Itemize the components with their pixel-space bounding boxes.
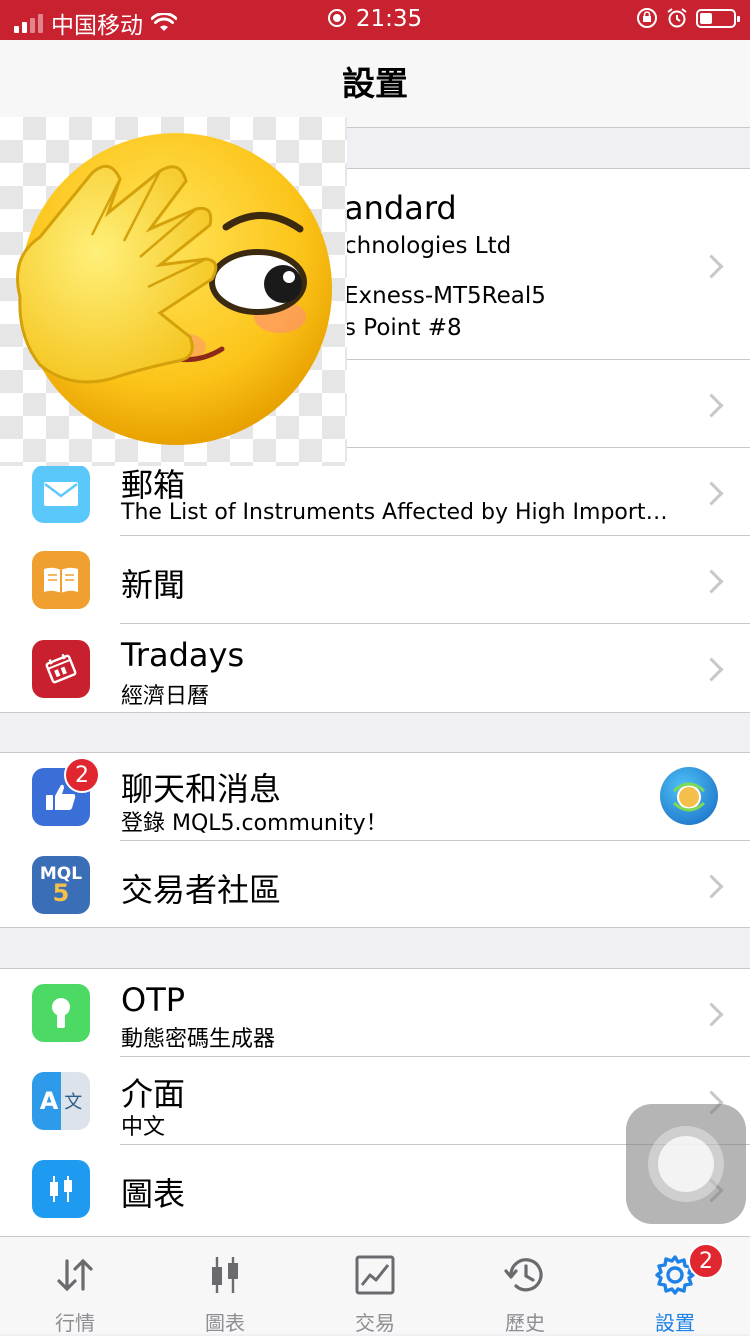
news-title: 新聞: [121, 566, 186, 604]
status-right: [636, 7, 740, 29]
candlestick-settings-icon: [32, 1160, 90, 1218]
tab-trade[interactable]: 交易: [300, 1237, 450, 1335]
otp-subtitle: 動態密碼生成器: [121, 1027, 276, 1052]
language-icon-a: A: [39, 1087, 59, 1115]
assistive-touch-button[interactable]: [626, 1104, 746, 1224]
mql5-icon: MQL 5: [32, 856, 90, 914]
interface-subtitle: 中文: [121, 1115, 166, 1140]
candlestick-icon: [212, 1257, 238, 1293]
tab-charts[interactable]: 圖表: [150, 1237, 300, 1335]
covering-face-emoji: [16, 133, 332, 445]
status-bar: 中国移动 21:35: [0, 0, 750, 40]
tradays-row[interactable]: Tradays 經濟日曆: [0, 624, 750, 712]
chevron-right-icon: [699, 657, 724, 682]
mail-subtitle: The List of Instruments Affected by High…: [121, 500, 668, 525]
recording-icon: [327, 9, 346, 27]
keyhole-icon: [32, 984, 90, 1042]
settings-badge: 2: [688, 1243, 724, 1279]
chat-title: 聊天和消息: [121, 770, 282, 808]
rotation-lock-icon: [637, 8, 657, 28]
navigation-bar: 設置: [0, 40, 750, 128]
account-line-3: Exness-MT5Real5: [344, 283, 546, 309]
chevron-right-icon: [699, 393, 724, 418]
tradays-subtitle: 經濟日曆: [121, 684, 210, 709]
tab-bar: 行情 圖表 交易 歷史 2 設置: [0, 1236, 750, 1335]
tradays-calendar-icon: [32, 640, 90, 698]
time-label: 21:35: [355, 6, 423, 32]
tab-settings[interactable]: 2 設置: [600, 1237, 750, 1335]
alarm-icon: [667, 8, 687, 28]
chevron-right-icon: [699, 874, 724, 899]
page-title: 設置: [342, 64, 408, 103]
tab-label: 行情: [55, 1311, 95, 1335]
news-row[interactable]: 新聞: [0, 536, 750, 624]
charts-title: 圖表: [121, 1175, 186, 1213]
tab-quotes[interactable]: 行情: [0, 1237, 150, 1335]
account-line-2: chnologies Ltd: [344, 233, 512, 259]
language-icon-b: 文: [64, 1092, 83, 1113]
emoji-sticker: [0, 117, 347, 466]
account-line-1: andard: [344, 189, 457, 227]
otp-row[interactable]: OTP 動態密碼生成器: [0, 969, 750, 1057]
mail-icon: [32, 465, 90, 523]
mql5-icon-digit: 5: [52, 878, 70, 907]
chevron-right-icon: [699, 1002, 724, 1027]
battery-icon: [696, 8, 740, 28]
tab-history[interactable]: 歷史: [450, 1237, 600, 1335]
community-title: 交易者社區: [121, 871, 282, 909]
history-clock-icon: [504, 1258, 543, 1292]
news-book-icon: [32, 551, 90, 609]
trade-chart-icon: [355, 1255, 395, 1295]
tab-label: 交易: [355, 1311, 395, 1335]
quotes-arrows-icon: [57, 1258, 93, 1292]
tab-label: 圖表: [205, 1311, 245, 1335]
chevron-right-icon: [699, 254, 724, 279]
tradays-title: Tradays: [121, 636, 245, 674]
otp-title: OTP: [121, 981, 186, 1019]
account-line-4: s Point #8: [344, 315, 462, 341]
metatrader-avatar[interactable]: [660, 767, 718, 825]
chat-row[interactable]: 2 聊天和消息 登錄 MQL5.community！: [0, 753, 750, 841]
community-group: 2 聊天和消息 登錄 MQL5.community！ MQL 5 交易者社區: [0, 752, 750, 928]
language-icon: A 文: [32, 1072, 90, 1130]
community-row[interactable]: MQL 5 交易者社區: [0, 841, 750, 929]
tab-label: 歷史: [505, 1311, 545, 1335]
tab-label: 設置: [655, 1311, 695, 1335]
chevron-right-icon: [699, 481, 724, 506]
chat-subtitle: 登錄 MQL5.community！: [121, 811, 388, 836]
chat-badge: 2: [64, 757, 100, 793]
chevron-right-icon: [699, 569, 724, 594]
